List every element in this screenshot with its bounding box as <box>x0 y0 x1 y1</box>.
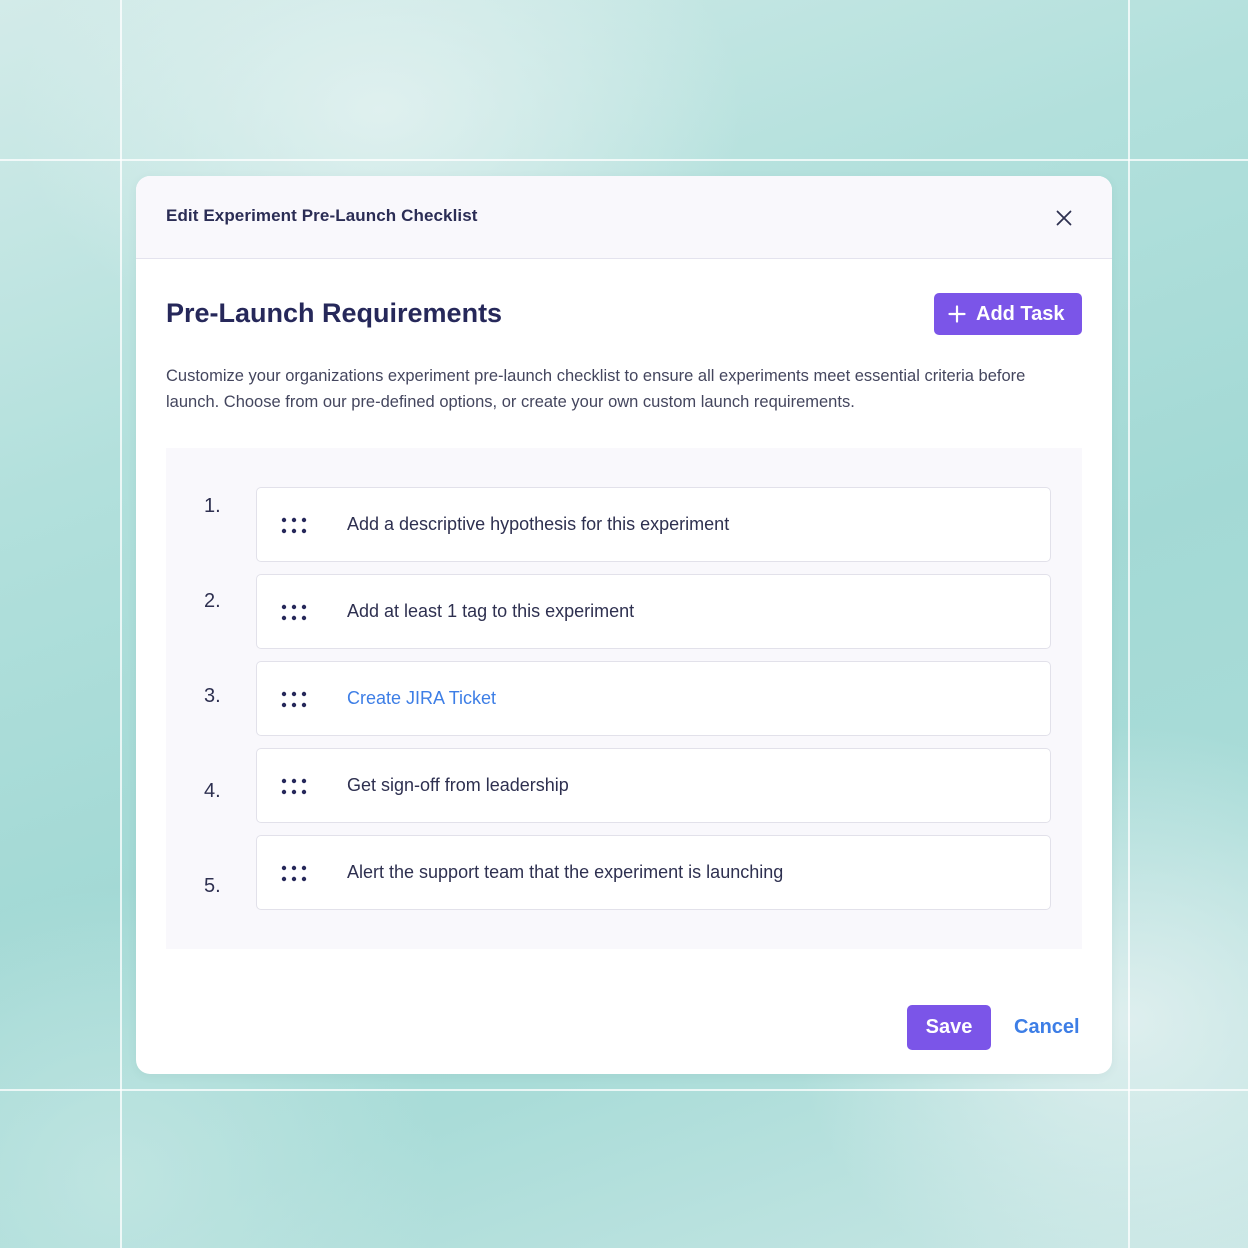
task-item[interactable]: Alert the support team that the experime… <box>256 835 1051 910</box>
save-button[interactable]: Save <box>907 1005 991 1050</box>
background-gridline-vertical-right <box>1128 0 1130 1248</box>
modal-title: Edit Experiment Pre-Launch Checklist <box>166 206 478 225</box>
close-icon <box>1056 210 1072 226</box>
task-number: 5. <box>204 875 221 897</box>
drag-handle-icon[interactable] <box>281 604 309 622</box>
task-item[interactable]: Add at least 1 tag to this experiment <box>256 574 1051 649</box>
section-description: Customize your organizations experiment … <box>166 367 1026 411</box>
task-label: Add at least 1 tag to this experiment <box>347 601 635 621</box>
edit-checklist-modal: Edit Experiment Pre-Launch Checklist Pre… <box>136 176 1112 1074</box>
task-item[interactable]: Add a descriptive hypothesis for this ex… <box>256 487 1051 562</box>
drag-handle-icon[interactable] <box>281 778 309 796</box>
add-task-label: Add Task <box>976 302 1065 325</box>
cancel-button[interactable]: Cancel <box>1014 1016 1080 1039</box>
add-task-button[interactable]: Add Task <box>934 293 1082 335</box>
task-number: 1. <box>204 495 221 517</box>
task-label: Alert the support team that the experime… <box>347 862 784 882</box>
drag-handle-icon[interactable] <box>281 865 309 883</box>
task-item[interactable]: Create JIRA Ticket <box>256 661 1051 736</box>
task-item[interactable]: Get sign-off from leadership <box>256 748 1051 823</box>
task-label: Get sign-off from leadership <box>347 775 569 795</box>
modal-header: Edit Experiment Pre-Launch Checklist <box>136 176 1112 259</box>
close-button[interactable] <box>1052 206 1076 230</box>
background-gridline-horizontal-top <box>0 159 1248 161</box>
task-list: 1. Add a descriptive hypothesis for this… <box>166 448 1082 949</box>
drag-handle-icon[interactable] <box>281 517 309 535</box>
task-number: 2. <box>204 590 221 612</box>
task-number: 3. <box>204 685 221 707</box>
task-number: 4. <box>204 780 221 802</box>
drag-handle-icon[interactable] <box>281 691 309 709</box>
background-gridline-horizontal-bottom <box>0 1089 1248 1091</box>
task-label: Add a descriptive hypothesis for this ex… <box>347 514 730 534</box>
create-jira-ticket-link[interactable]: Create JIRA Ticket <box>347 688 496 709</box>
section-title: Pre-Launch Requirements <box>166 298 503 328</box>
background-gridline-vertical-left <box>120 0 122 1248</box>
plus-icon <box>948 305 966 323</box>
